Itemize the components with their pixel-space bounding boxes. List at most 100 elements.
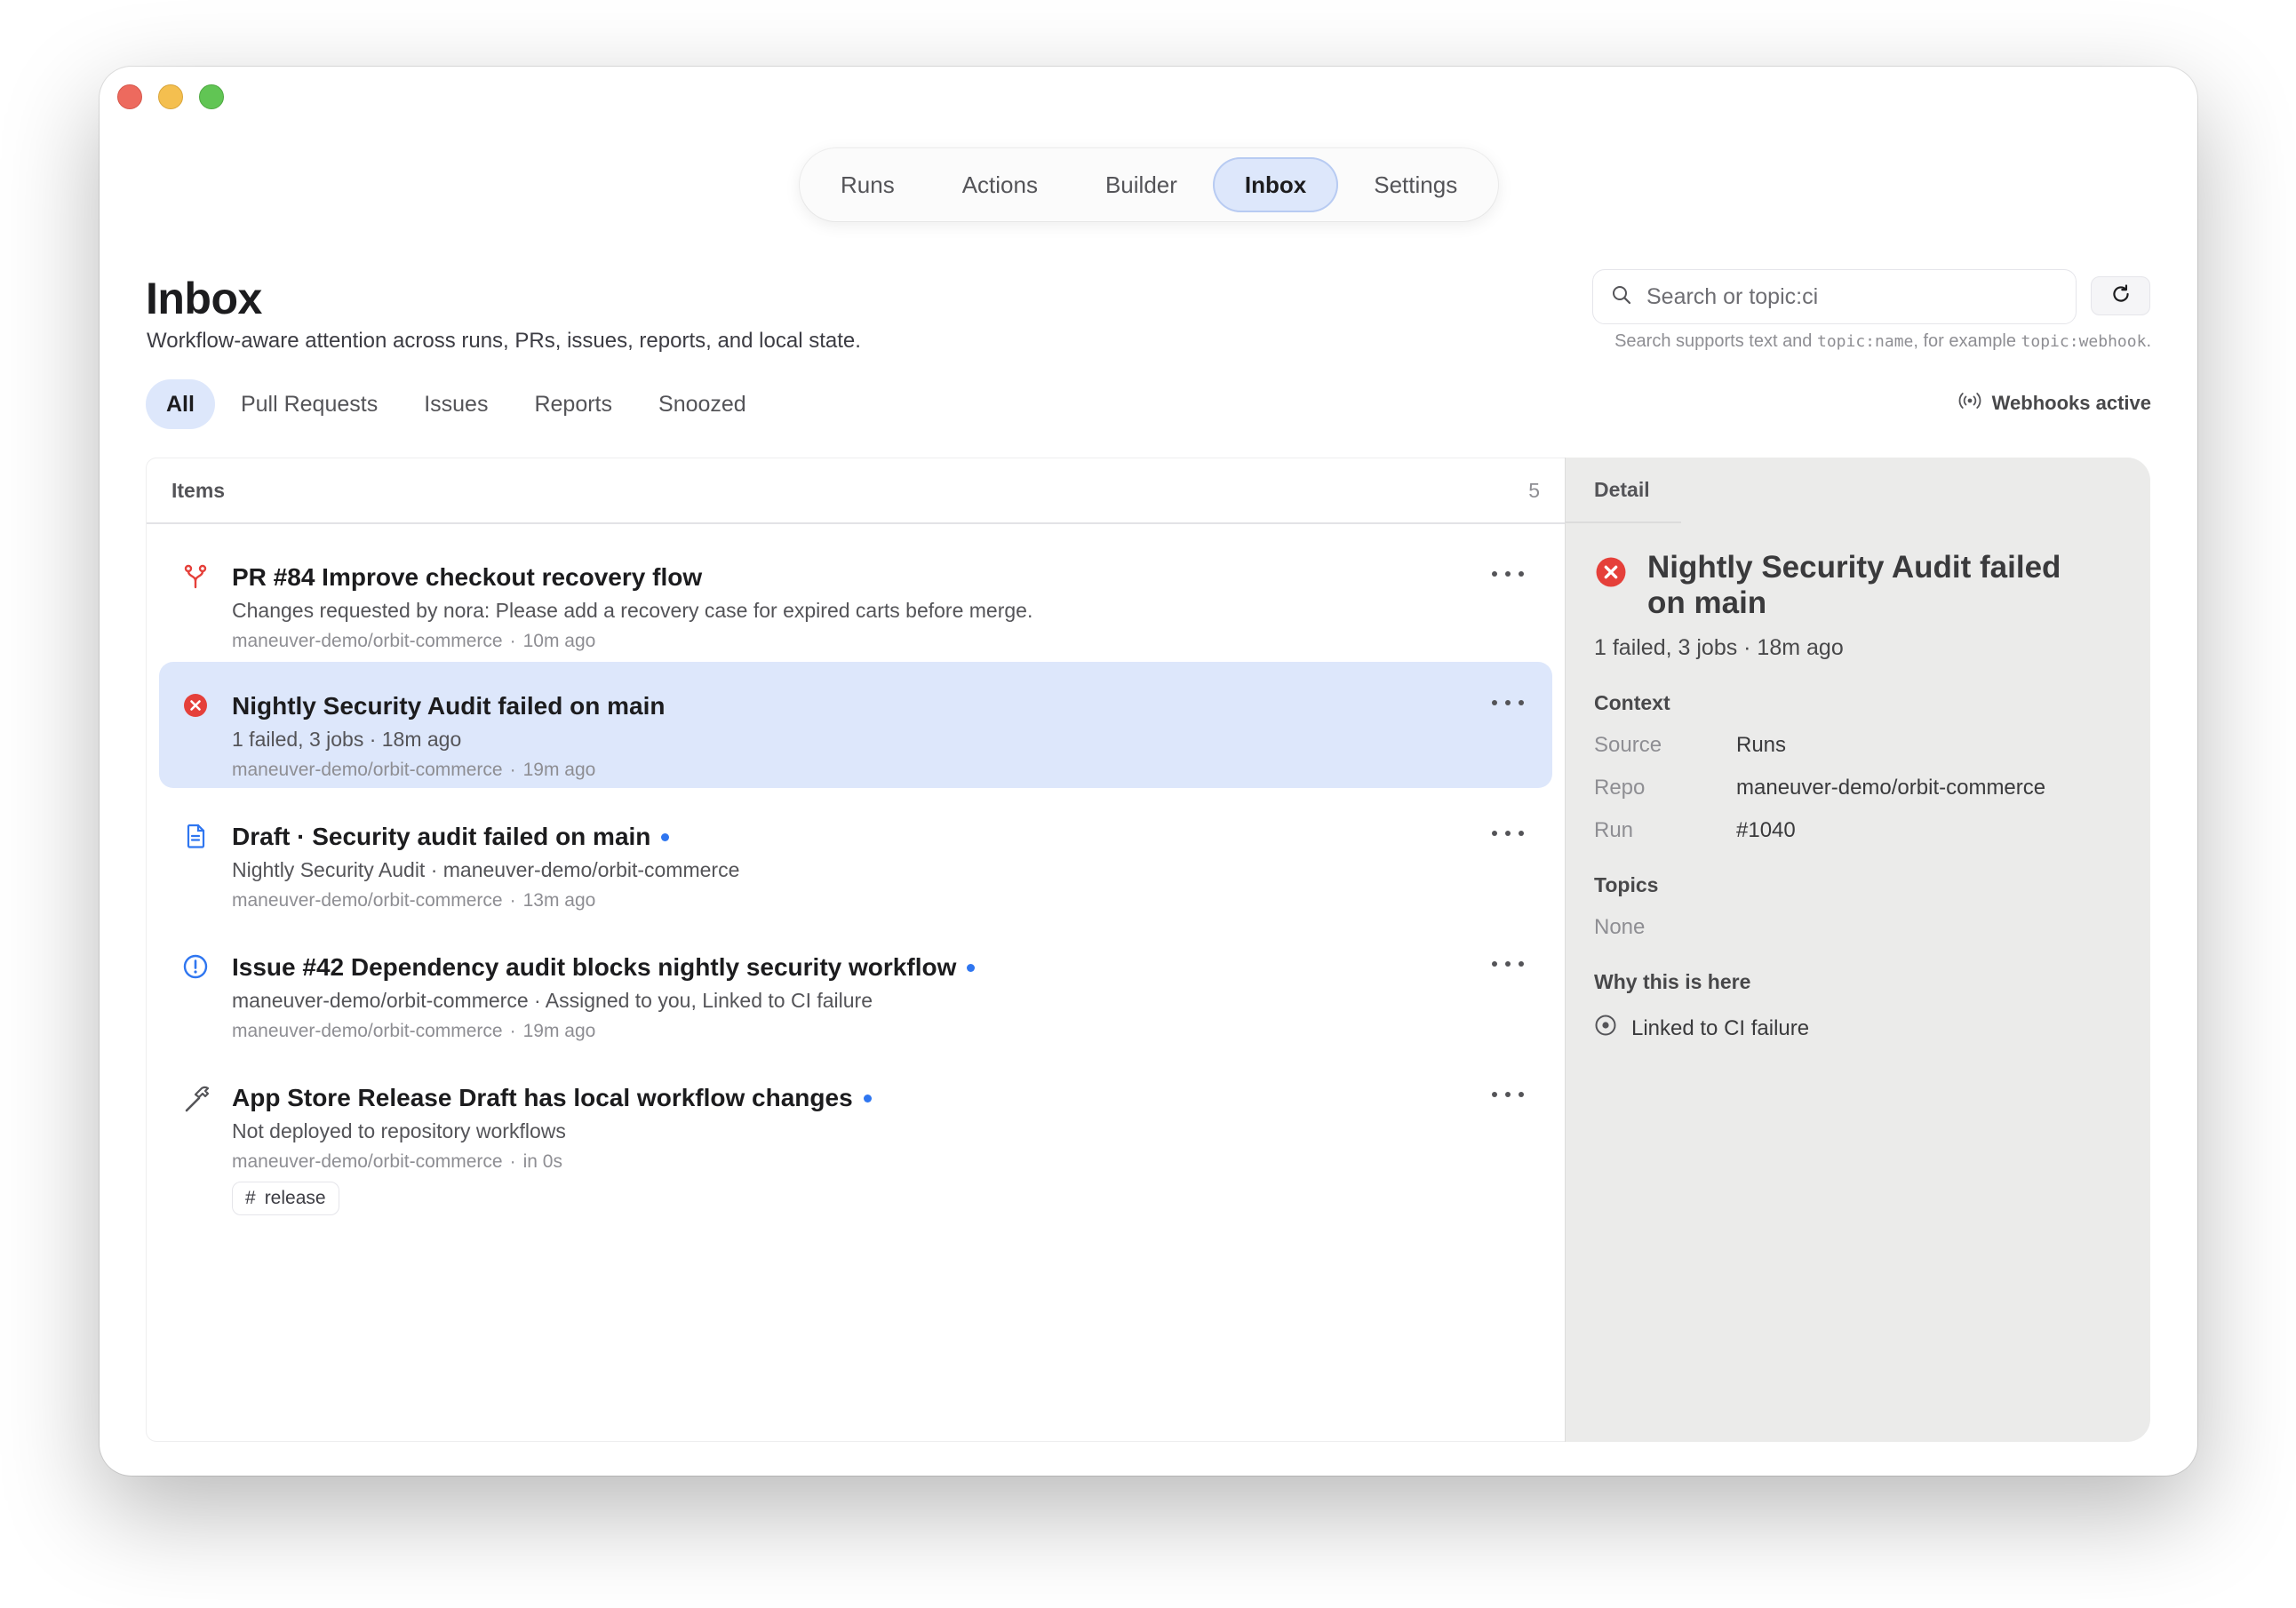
- item-repo: maneuver-demo/orbit-commerce: [232, 890, 503, 911]
- context-row: Run #1040: [1594, 818, 2122, 843]
- unread-dot: [661, 832, 670, 841]
- page-subtitle: Workflow-aware attention across runs, PR…: [147, 329, 861, 353]
- item-description: maneuver-demo/orbit-commerce · Assigned …: [232, 989, 873, 1012]
- why-reason: Linked to CI failure: [1594, 1014, 2122, 1043]
- tag-label: release: [264, 1188, 326, 1208]
- detail-title-row: Nightly Security Audit failed on main: [1594, 550, 2122, 621]
- item-repo: maneuver-demo/orbit-commerce: [232, 760, 503, 780]
- hash-icon: #: [245, 1188, 256, 1208]
- filter-all[interactable]: All: [146, 379, 215, 429]
- context-value: maneuver-demo/orbit-commerce: [1736, 776, 2046, 800]
- topic-tag[interactable]: # release: [232, 1182, 339, 1215]
- tab-runs[interactable]: Runs: [809, 157, 927, 212]
- why-section-title: Why this is here: [1594, 970, 1751, 993]
- item-description: 1 failed, 3 jobs · 18m ago: [232, 728, 462, 751]
- filter-tabs: All Pull Requests Issues Reports Snoozed: [146, 379, 767, 429]
- tab-actions[interactable]: Actions: [930, 157, 1070, 212]
- item-title: Draft · Security audit failed on main: [232, 823, 1552, 851]
- detail-title: Nightly Security Audit failed on main: [1647, 550, 2061, 620]
- more-options-button[interactable]: [1492, 824, 1524, 842]
- list-item[interactable]: Draft · Security audit failed on main Ni…: [159, 792, 1552, 919]
- item-title: PR #84 Improve checkout recovery flow: [232, 563, 1552, 592]
- more-options-button[interactable]: [1492, 694, 1524, 712]
- item-meta: maneuver-demo/orbit-commerce · in 0s: [232, 1151, 562, 1172]
- item-time: 19m ago: [522, 760, 596, 780]
- item-meta: maneuver-demo/orbit-commerce · 19m ago: [232, 1021, 596, 1041]
- detail-header: Detail: [1566, 458, 1681, 523]
- more-options-button[interactable]: [1492, 1086, 1524, 1103]
- list-item[interactable]: Issue #42 Dependency audit blocks nightl…: [159, 923, 1552, 1049]
- search-icon: [1611, 284, 1632, 310]
- item-title: Issue #42 Dependency audit blocks nightl…: [232, 953, 1552, 982]
- maximize-window-button[interactable]: [199, 84, 224, 109]
- why-reason-label: Linked to CI failure: [1631, 1015, 1810, 1040]
- item-meta: maneuver-demo/orbit-commerce · 10m ago: [232, 631, 596, 651]
- filter-snoozed[interactable]: Snoozed: [638, 379, 767, 429]
- item-time: in 0s: [522, 1151, 562, 1172]
- item-time: 10m ago: [522, 631, 596, 651]
- failed-icon: [182, 692, 209, 719]
- search-input[interactable]: [1646, 283, 2058, 310]
- item-title: App Store Release Draft has local workfl…: [232, 1084, 1552, 1112]
- item-repo: maneuver-demo/orbit-commerce: [232, 1021, 503, 1041]
- tab-inbox[interactable]: Inbox: [1212, 157, 1339, 212]
- filter-pull-requests[interactable]: Pull Requests: [220, 379, 398, 429]
- item-title-text: Issue #42 Dependency audit blocks nightl…: [232, 953, 957, 981]
- list-header-title: Items: [171, 478, 226, 502]
- search-hint-text: Search supports text and: [1614, 331, 1817, 351]
- page-title: Inbox: [146, 274, 262, 323]
- search-hint-code: topic:name: [1817, 332, 1914, 351]
- context-row: Repo maneuver-demo/orbit-commerce: [1594, 776, 2122, 800]
- more-options-button[interactable]: [1492, 955, 1524, 973]
- unread-dot: [967, 963, 976, 972]
- refresh-icon: [2109, 283, 2133, 310]
- items-list: Items 5 PR #84 Improve checkout recovery…: [146, 458, 1565, 1442]
- item-repo: maneuver-demo/orbit-commerce: [232, 631, 503, 651]
- tab-builder[interactable]: Builder: [1073, 157, 1209, 212]
- webhooks-status: Webhooks active: [1958, 392, 2151, 415]
- context-key: Run: [1594, 818, 1634, 842]
- context-key: Source: [1594, 733, 1662, 757]
- unread-dot: [863, 1094, 872, 1103]
- item-description: Not deployed to repository workflows: [232, 1119, 566, 1142]
- context-row: Source Runs: [1594, 733, 2122, 758]
- list-item[interactable]: App Store Release Draft has local workfl…: [159, 1054, 1552, 1222]
- list-item[interactable]: PR #84 Improve checkout recovery flow Ch…: [159, 533, 1552, 659]
- topics-value: None: [1594, 915, 1646, 939]
- item-meta: maneuver-demo/orbit-commerce · 13m ago: [232, 890, 596, 911]
- minimize-window-button[interactable]: [158, 84, 183, 109]
- item-meta: maneuver-demo/orbit-commerce · 19m ago: [232, 760, 596, 780]
- search-box[interactable]: [1592, 269, 2077, 324]
- item-title-text: PR #84 Improve checkout recovery flow: [232, 563, 703, 591]
- pull-request-icon: [182, 563, 209, 590]
- item-title-text: Nightly Security Audit failed on main: [232, 692, 666, 720]
- context-section-title: Context: [1594, 691, 1670, 714]
- context-value: #1040: [1736, 818, 1796, 842]
- broadcast-icon: [1958, 392, 1981, 415]
- topics-section-title: Topics: [1594, 873, 1659, 896]
- search-hint-text: , for example: [1913, 331, 2021, 351]
- close-window-button[interactable]: [117, 84, 142, 109]
- issue-icon: [182, 953, 209, 980]
- item-description: Changes requested by nora: Please add a …: [232, 599, 1033, 622]
- search-hint-code: topic:webhook: [2021, 332, 2147, 351]
- more-options-button[interactable]: [1492, 565, 1524, 583]
- list-item-selected[interactable]: Nightly Security Audit failed on main 1 …: [159, 662, 1552, 788]
- tab-settings[interactable]: Settings: [1342, 157, 1489, 212]
- item-description: Nightly Security Audit · maneuver-demo/o…: [232, 858, 740, 881]
- failed-icon: [1594, 555, 1628, 589]
- filter-reports[interactable]: Reports: [514, 379, 633, 429]
- detail-subtitle: 1 failed, 3 jobs · 18m ago: [1594, 635, 1844, 660]
- app-window: Runs Actions Builder Inbox Settings Inbo…: [100, 67, 2197, 1476]
- item-time: 19m ago: [522, 1021, 596, 1041]
- webhooks-label: Webhooks active: [1991, 392, 2151, 414]
- document-icon: [182, 823, 209, 849]
- hammer-icon: [182, 1084, 210, 1112]
- filter-issues[interactable]: Issues: [403, 379, 508, 429]
- search-hint: Search supports text and topic:name, for…: [1614, 331, 2151, 352]
- item-time: 13m ago: [522, 890, 596, 911]
- refresh-button[interactable]: [2091, 276, 2150, 315]
- item-title-text: App Store Release Draft has local workfl…: [232, 1084, 853, 1111]
- detail-panel: Detail Nightly Security Audit failed on …: [1565, 458, 2150, 1442]
- context-value: Runs: [1736, 733, 1787, 757]
